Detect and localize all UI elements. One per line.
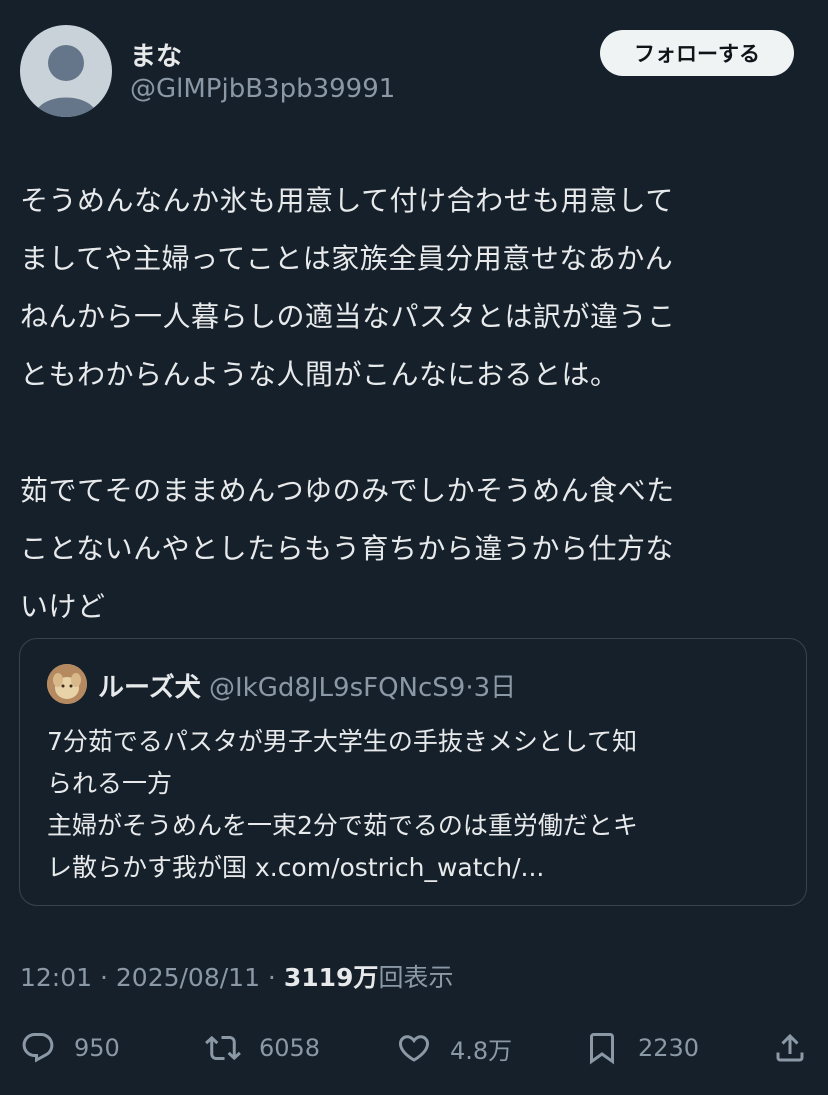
bookmark-count: 2230 (638, 1034, 700, 1062)
quote-author-name[interactable]: ルーズ犬 (98, 673, 201, 703)
share-icon (776, 1033, 804, 1062)
post-metadata: 12:01 · 2025/08/11 · 3119万回表示 (20, 958, 453, 994)
quote-avatar (47, 664, 87, 704)
quote-author-handle[interactable]: @IkGd8JL9sFQNcS9 (209, 673, 465, 703)
quote-time: 3日 (473, 673, 517, 703)
meta-separator: · (92, 963, 116, 992)
quoted-post[interactable]: ルーズ犬 @IkGd8JL9sFQNcS9·3日 7分茹でるパスタが男子大学生の… (19, 638, 807, 906)
heart-icon (398, 1035, 430, 1062)
reply-icon (22, 1033, 54, 1063)
dog-avatar-icon (47, 664, 87, 704)
post-date[interactable]: 2025/08/11 (116, 963, 260, 992)
repost-button[interactable]: 6058 (205, 1020, 320, 1076)
quote-text: 7分茹でるパスタが男子大学生の手抜きメシとして知 られる一方 主婦がそうめんを一… (47, 727, 638, 882)
quote-header: ルーズ犬 @IkGd8JL9sFQNcS9·3日 (98, 667, 516, 704)
like-button[interactable]: 4.8万 (396, 1020, 512, 1076)
views-count: 3119 (283, 963, 354, 992)
views-unit: 万 (353, 963, 379, 992)
repost-icon (205, 1035, 241, 1061)
views-label: 回表示 (378, 963, 454, 992)
action-bar: 950 6058 4.8万 2230 (0, 1020, 828, 1076)
author-handle[interactable]: @GlMPjbB3pb39991 (130, 74, 395, 104)
post-text: そうめんなんか氷も用意して付け合わせも用意して ましてや主婦ってことは家族全員分… (20, 184, 676, 623)
quote-separator: · (465, 673, 474, 703)
author-name[interactable]: まな (130, 36, 182, 73)
reply-count: 950 (74, 1034, 120, 1062)
repost-count: 6058 (259, 1034, 321, 1062)
meta-separator: · (259, 963, 284, 992)
bookmark-button[interactable]: 2230 (584, 1020, 699, 1076)
default-avatar-icon (34, 45, 98, 117)
post-time[interactable]: 12:01 (20, 963, 92, 992)
share-button[interactable] (772, 1020, 808, 1076)
author-avatar[interactable] (20, 25, 112, 117)
follow-button[interactable]: フォローする (600, 30, 794, 76)
like-count: 4.8万 (450, 1036, 513, 1065)
reply-button[interactable]: 950 (20, 1020, 120, 1076)
bookmark-icon (590, 1033, 614, 1065)
